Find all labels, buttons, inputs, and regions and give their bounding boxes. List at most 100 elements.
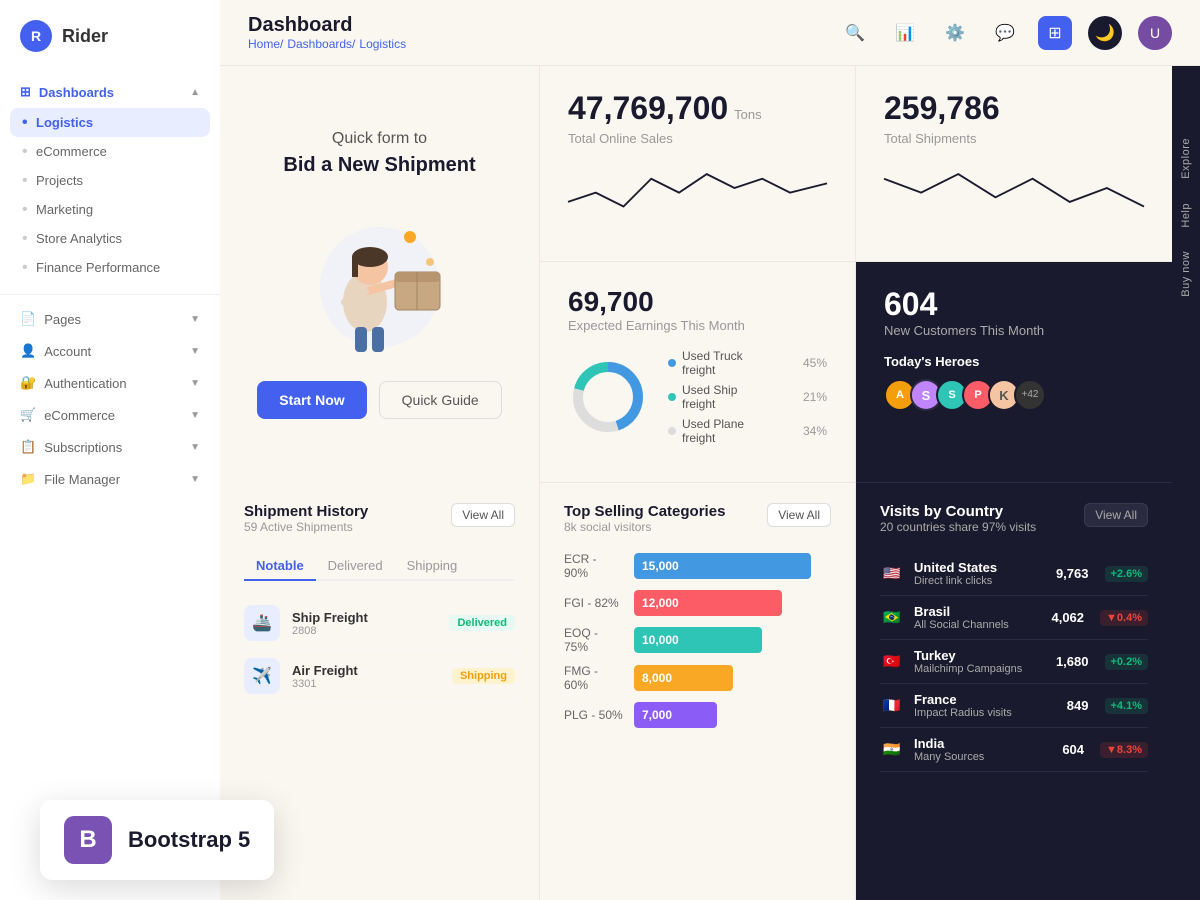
top-row: Quick form to Bid a New Shipment [220, 66, 1172, 483]
bar-row-0: ECR - 90% 15,000 [564, 552, 831, 580]
sidebar-item-finance[interactable]: Finance Performance [0, 253, 220, 282]
ship-name-1: Ship Freight [292, 610, 437, 625]
freight-legend: Used Truck freight 45% Used Ship freight… [668, 349, 827, 445]
grid-view-button[interactable]: ⊞ [1038, 16, 1072, 50]
quick-guide-button[interactable]: Quick Guide [379, 381, 502, 419]
tab-delivered[interactable]: Delivered [316, 552, 395, 579]
bottom-row: Shipment History 59 Active Shipments Vie… [220, 483, 1172, 900]
tab-shipping[interactable]: Shipping [395, 552, 470, 579]
ship-info-1: Ship Freight 2808 [292, 610, 437, 637]
chat-button[interactable]: 💬 [988, 16, 1022, 50]
ship-id-1: 2808 [292, 625, 437, 637]
divider-1 [0, 294, 220, 295]
pages-icon: 📄 [20, 311, 36, 327]
auth-icon: 🔐 [20, 375, 36, 391]
avatar-extra: +42 [1014, 379, 1046, 411]
shipment-tabs: Notable Delivered Shipping [244, 552, 515, 581]
total-shipments-number: 259,786 [884, 90, 1144, 127]
bar-fill-3: 8,000 [634, 665, 733, 691]
top-selling-card: Top Selling Categories 8k social visitor… [540, 483, 856, 900]
sidebar-item-pages[interactable]: 📄 Pages ▼ [0, 303, 220, 335]
plane-legend: Used Plane freight 34% [668, 417, 827, 445]
customers-number: 604 [884, 286, 1144, 323]
country-name-3: France [914, 692, 1057, 707]
hero-title: Quick form to [332, 130, 427, 148]
bar-row-2: EOQ - 75% 10,000 [564, 626, 831, 654]
country-source-2: Mailchimp Campaigns [914, 663, 1046, 675]
svg-text:U: U [1150, 25, 1160, 41]
heroes-avatars: A S S P K +42 [884, 379, 1144, 411]
sales-chart [568, 158, 827, 218]
bar-rows: ECR - 90% 15,000 FGI - 82% 12,000 EOQ - … [564, 552, 831, 728]
sidebar-item-ecommerce-top[interactable]: 🛒 eCommerce ▼ [0, 399, 220, 431]
ship-status-1: Delivered [449, 615, 515, 631]
main-content: Dashboard Home/ Dashboards/ Logistics 🔍 … [220, 0, 1200, 900]
country-num-0: 9,763 [1056, 566, 1089, 581]
selling-view-all[interactable]: View All [767, 503, 831, 527]
logo-icon: R [20, 20, 52, 52]
bar-wrap-1: 12,000 [634, 590, 831, 616]
breadcrumb-current: Logistics [359, 37, 406, 51]
svg-text:K: K [999, 388, 1009, 403]
country-source-4: Many Sources [914, 751, 1052, 763]
ship-name-2: Air Freight [292, 663, 440, 678]
dashboards-group[interactable]: ⊞ Dashboards ▲ [0, 76, 220, 108]
sidebar-item-authentication[interactable]: 🔐 Authentication ▼ [0, 367, 220, 399]
flag-3: 🇫🇷 [880, 697, 904, 715]
country-change-0: +2.6% [1105, 566, 1149, 582]
file-icon: 📁 [20, 471, 36, 487]
side-action-panel: Explore Help Buy now [1172, 66, 1200, 900]
dashboard-body: Quick form to Bid a New Shipment [220, 66, 1200, 900]
auth-chevron: ▼ [190, 378, 200, 389]
earnings-card: 69,700 Expected Earnings This Month [540, 262, 856, 484]
sidebar-item-ecommerce[interactable]: eCommerce [0, 137, 220, 166]
dashboard-main: Quick form to Bid a New Shipment [220, 66, 1172, 900]
country-source-3: Impact Radius visits [914, 707, 1057, 719]
help-button[interactable]: Help [1174, 191, 1198, 240]
visits-header: Visits by Country 20 countries share 97%… [880, 503, 1148, 548]
truck-legend: Used Truck freight 45% [668, 349, 827, 377]
hero-card: Quick form to Bid a New Shipment [220, 66, 540, 483]
bar-label-0: ECR - 90% [564, 552, 624, 580]
visits-view-all[interactable]: View All [1084, 503, 1148, 527]
start-now-button[interactable]: Start Now [257, 381, 366, 419]
country-info-4: India Many Sources [914, 736, 1052, 763]
search-button[interactable]: 🔍 [838, 16, 872, 50]
sidebar-item-store-analytics[interactable]: Store Analytics [0, 224, 220, 253]
buy-now-button[interactable]: Buy now [1174, 239, 1198, 309]
bar-fill-2: 10,000 [634, 627, 762, 653]
settings-button[interactable]: ⚙️ [938, 16, 972, 50]
sidebar-item-marketing[interactable]: Marketing [0, 195, 220, 224]
truck-label: Used Truck freight [682, 349, 773, 377]
plane-label: Used Plane freight [682, 417, 773, 445]
bar-label-1: FGI - 82% [564, 596, 624, 610]
ship-icon-1: 🚢 [244, 605, 280, 641]
total-sales-unit: Tons [734, 107, 761, 122]
sidebar-item-projects[interactable]: Projects [0, 166, 220, 195]
ship-info-2: Air Freight 3301 [292, 663, 440, 690]
flag-4: 🇮🇳 [880, 741, 904, 759]
sidebar-item-logistics[interactable]: Logistics [10, 108, 210, 137]
customers-card: 604 New Customers This Month Today's Her… [856, 262, 1172, 484]
bar-wrap-4: 7,000 [634, 702, 831, 728]
country-change-4: ▼8.3% [1100, 742, 1148, 758]
analytics-button[interactable]: 📊 [888, 16, 922, 50]
country-info-2: Turkey Mailchimp Campaigns [914, 648, 1046, 675]
country-name-1: Brasil [914, 604, 1041, 619]
selling-sub: 8k social visitors [564, 520, 725, 534]
country-num-2: 1,680 [1056, 654, 1089, 669]
shipment-view-all[interactable]: View All [451, 503, 515, 527]
user-avatar[interactable]: U [1138, 16, 1172, 50]
sidebar-item-subscriptions[interactable]: 📋 Subscriptions ▼ [0, 431, 220, 463]
tab-notable[interactable]: Notable [244, 552, 316, 581]
sidebar-item-filemanager[interactable]: 📁 File Manager ▼ [0, 463, 220, 495]
account-chevron: ▼ [190, 346, 200, 357]
dark-mode-toggle[interactable]: 🌙 [1088, 16, 1122, 50]
bootstrap-badge: B Bootstrap 5 [40, 800, 274, 880]
ship-label: Used Ship freight [682, 383, 773, 411]
sidebar-item-account[interactable]: 👤 Account ▼ [0, 335, 220, 367]
bootstrap-label: Bootstrap 5 [128, 827, 250, 853]
explore-button[interactable]: Explore [1174, 126, 1198, 191]
heroes-label: Today's Heroes [884, 354, 1144, 369]
total-sales-card: 47,769,700 Tons Total Online Sales [540, 66, 856, 262]
